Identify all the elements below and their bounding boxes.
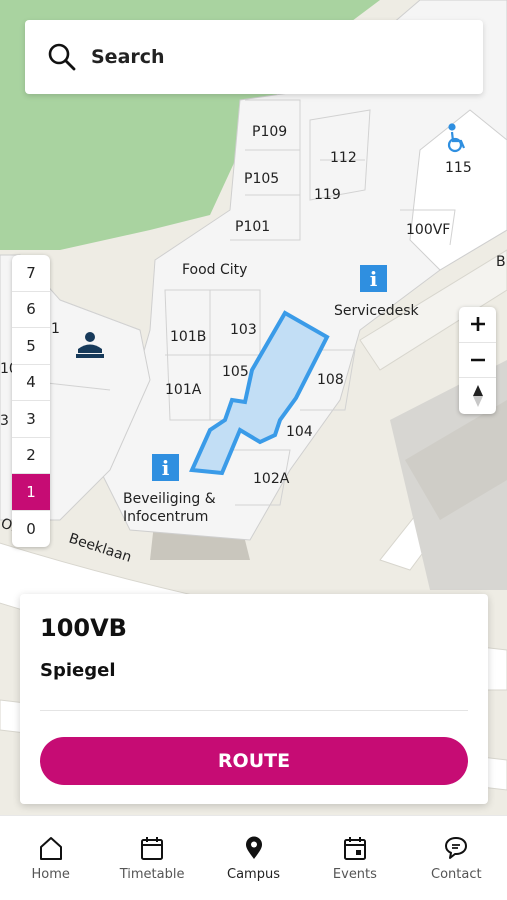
room-label: 103: [230, 322, 257, 338]
room-label: Beveiliging &: [123, 491, 216, 507]
svg-text:i: i: [162, 456, 170, 480]
tab-events[interactable]: Events: [304, 816, 405, 900]
zoom-out-button[interactable]: [459, 343, 496, 379]
street-label: Beeklaan: [67, 531, 134, 566]
search-icon: [48, 43, 76, 71]
floor-button-4[interactable]: 4: [12, 365, 50, 401]
room-label: 102A: [253, 471, 290, 487]
tab-campus[interactable]: Campus: [203, 816, 304, 900]
room-label: 3: [0, 413, 9, 429]
room-label: P101: [235, 219, 270, 235]
divider: [40, 710, 468, 711]
floor-button-0[interactable]: 0: [12, 511, 50, 548]
search-placeholder: Search: [91, 46, 165, 68]
tab-timetable[interactable]: Timetable: [101, 816, 202, 900]
calendar-icon: [141, 837, 164, 860]
room-label: 105: [222, 364, 249, 380]
tab-label: Contact: [431, 867, 482, 882]
room-code: 100VB: [40, 614, 127, 642]
room-name: Spiegel: [40, 660, 116, 681]
minus-icon: [470, 358, 485, 362]
room-label: 119: [314, 187, 341, 203]
room-label: 101B: [170, 329, 206, 345]
room-label: Servicedesk: [334, 303, 420, 319]
event-calendar-icon: [343, 837, 366, 860]
compass-icon: [472, 384, 483, 407]
room-label: 100VF: [406, 222, 450, 238]
room-label: Food City: [182, 262, 247, 278]
floor-button-3[interactable]: 3: [12, 401, 50, 438]
tab-label: Timetable: [119, 867, 185, 882]
tab-bar: Home Timetable Campus Events Contact: [0, 815, 507, 900]
room-label: B: [496, 254, 506, 270]
compass-button[interactable]: [459, 378, 496, 414]
room-label: Infocentrum: [123, 509, 208, 525]
floor-button-1[interactable]: 1: [12, 474, 50, 511]
floor-button-6[interactable]: 6: [12, 292, 50, 328]
room-label: 104: [286, 424, 313, 440]
zoom-in-button[interactable]: [459, 307, 496, 343]
floor-button-2[interactable]: 2: [12, 438, 50, 474]
tab-label: Events: [332, 867, 377, 882]
tab-home[interactable]: Home: [0, 816, 101, 900]
room-label: 108: [317, 372, 344, 388]
plus-icon: [470, 317, 485, 332]
room-label: P105: [244, 171, 279, 187]
floor-button-5[interactable]: 5: [12, 328, 50, 365]
room-label: 1: [51, 321, 60, 337]
info-icon[interactable]: i: [152, 454, 179, 481]
floor-button-7[interactable]: 7: [12, 255, 50, 292]
floor-picker[interactable]: 7 6 5 4 3 2 1 0: [12, 255, 50, 547]
room-label: 115: [445, 160, 472, 176]
route-button[interactable]: ROUTE: [40, 737, 468, 785]
search-bar[interactable]: Search: [25, 20, 483, 94]
home-icon: [39, 837, 62, 860]
room-label: 112: [330, 150, 357, 166]
tab-contact[interactable]: Contact: [406, 816, 507, 900]
room-label: 101A: [165, 382, 202, 398]
location-pin-icon: [245, 836, 262, 859]
zoom-controls[interactable]: [459, 307, 496, 414]
chat-bubble-icon: [445, 837, 468, 859]
room-info-card: 100VB Spiegel ROUTE: [20, 594, 488, 804]
svg-text:i: i: [370, 267, 378, 291]
room-label: P109: [252, 124, 287, 140]
tab-label: Home: [31, 867, 70, 882]
tab-label: Campus: [227, 867, 280, 882]
info-icon[interactable]: i: [360, 265, 387, 292]
